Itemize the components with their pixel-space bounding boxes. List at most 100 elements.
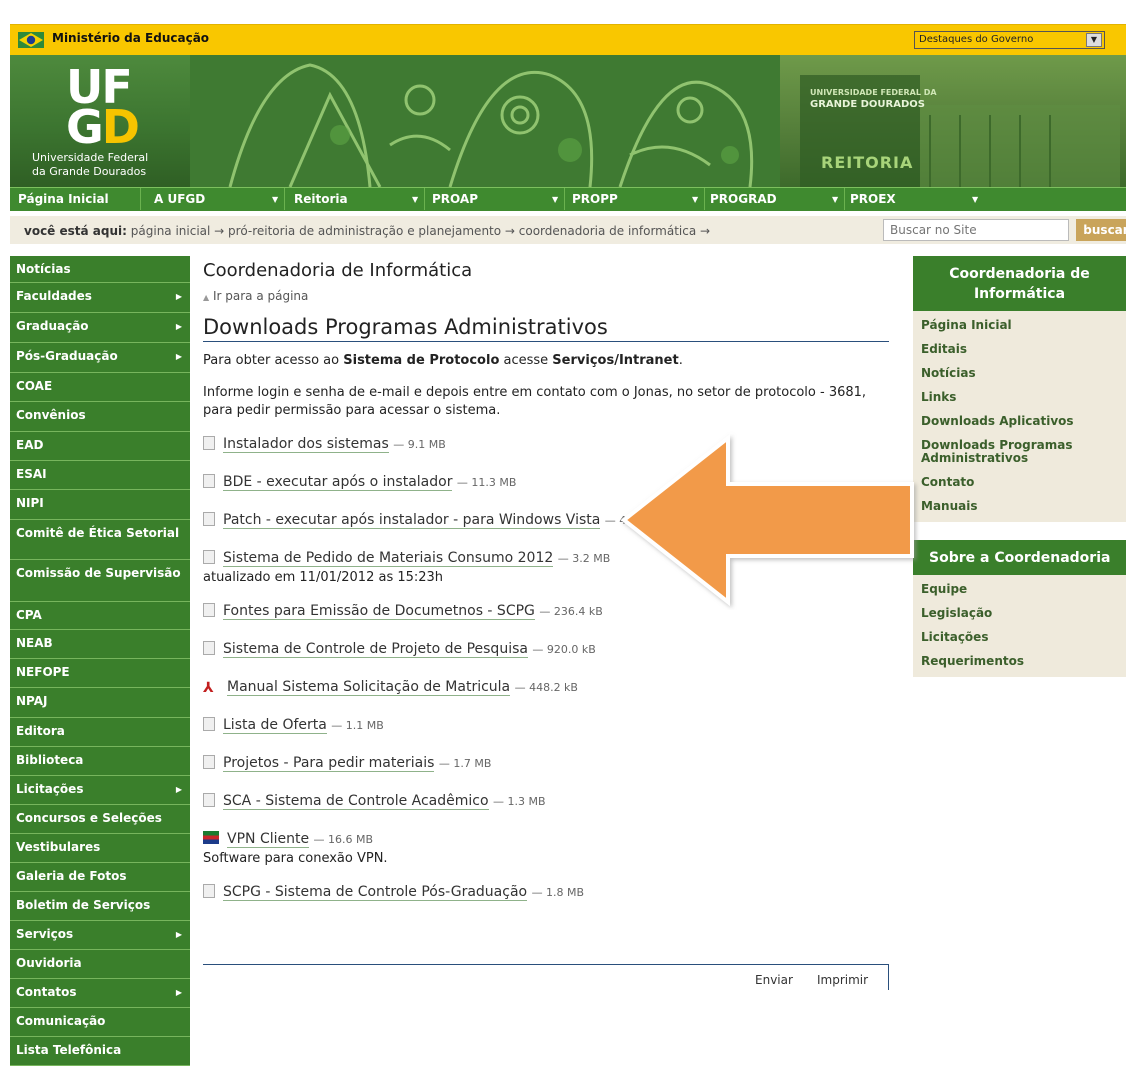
caret-up-icon: ▲ bbox=[203, 293, 210, 302]
logo-gd: GD bbox=[66, 100, 140, 154]
sidebar-item-biblioteca[interactable]: Biblioteca bbox=[10, 747, 190, 776]
topnav-item-propp[interactable]: PROPP bbox=[572, 192, 618, 206]
sidebar-item-comissao-supervisao[interactable]: Comissão de Supervisão bbox=[10, 560, 190, 602]
download-link[interactable]: SCPG - Sistema de Controle Pós-Graduação bbox=[223, 884, 528, 901]
right-menu-item[interactable]: Links bbox=[913, 385, 1126, 409]
chevron-right-icon: ▶ bbox=[175, 292, 182, 301]
sidebar-item-faculdades[interactable]: Faculdades ▶ bbox=[10, 283, 190, 313]
right-menu-item[interactable]: Requerimentos bbox=[913, 649, 1126, 673]
topnav-item-proex[interactable]: PROEX bbox=[850, 192, 896, 206]
sidebar-item-boletim-servicos[interactable]: Boletim de Serviços bbox=[10, 892, 190, 921]
annotation-arrow-icon bbox=[620, 433, 914, 607]
sidebar-item-npaj[interactable]: NPAJ bbox=[10, 688, 190, 718]
sidebar-item-coae[interactable]: COAE bbox=[10, 373, 190, 402]
search-input[interactable] bbox=[883, 219, 1069, 241]
right-menu-item[interactable]: Editais bbox=[913, 337, 1126, 361]
sidebar-item-nipi[interactable]: NIPI bbox=[10, 490, 190, 520]
sidebar-item-cpa[interactable]: CPA bbox=[10, 602, 190, 630]
right-menu-item[interactable]: Página Inicial bbox=[913, 313, 1126, 337]
breadcrumb-label: você está aqui: bbox=[24, 224, 127, 238]
sidebar-item-lista-telefonica[interactable]: Lista Telefônica bbox=[10, 1037, 190, 1066]
sidebar-item-graduacao[interactable]: Graduação ▶ bbox=[10, 313, 190, 343]
download-link[interactable]: SCA - Sistema de Controle Acadêmico bbox=[223, 793, 489, 810]
sidebar-item-pos-graduacao[interactable]: Pós-Graduação ▶ bbox=[10, 343, 190, 373]
sidebar-item-galeria-fotos[interactable]: Galeria de Fotos bbox=[10, 863, 190, 892]
download-link[interactable]: Lista de Oferta bbox=[223, 717, 327, 734]
university-name-line2: da Grande Dourados bbox=[32, 165, 147, 178]
download-item: ⅄ Manual Sistema Solicitação de Matricula… bbox=[203, 679, 578, 696]
right-menu-item-active[interactable]: Downloads Programas Administrativos bbox=[913, 433, 1126, 470]
right-menu-item[interactable]: Manuais bbox=[913, 494, 1126, 518]
download-link[interactable]: Instalador dos sistemas bbox=[223, 436, 389, 453]
chevron-right-icon: ▶ bbox=[175, 930, 182, 939]
right-menu-item[interactable]: Licitações bbox=[913, 625, 1126, 649]
file-icon bbox=[203, 550, 215, 564]
divider bbox=[140, 188, 141, 210]
file-icon bbox=[203, 641, 215, 655]
chevron-right-icon: ▶ bbox=[175, 988, 182, 997]
topnav-item-reitoria[interactable]: Reitoria bbox=[294, 192, 348, 206]
right-menu-item[interactable]: Contato bbox=[913, 470, 1126, 494]
download-link[interactable]: Patch - executar após instalador - para … bbox=[223, 512, 601, 529]
sidebar-item-convenios[interactable]: Convênios bbox=[10, 402, 190, 432]
dropdown-arrow-icon[interactable]: ▼ bbox=[832, 195, 838, 204]
page-title: Coordenadoria de Informática bbox=[203, 260, 473, 281]
divider bbox=[704, 188, 705, 210]
sidebar-item-nefope[interactable]: NEFOPE bbox=[10, 659, 190, 688]
dropdown-arrow-icon[interactable]: ▼ bbox=[552, 195, 558, 204]
download-link[interactable]: Sistema de Pedido de Materiais Consumo 2… bbox=[223, 550, 554, 567]
file-icon bbox=[203, 793, 215, 807]
sidebar-item-vestibulares[interactable]: Vestibulares bbox=[10, 834, 190, 863]
right-menu-item[interactable]: Notícias bbox=[913, 361, 1126, 385]
ufgd-logo[interactable]: UF GD bbox=[66, 64, 146, 154]
topnav-item-prograd[interactable]: PROGRAD bbox=[710, 192, 777, 206]
intro-text: Para obter acesso ao Sistema de Protocol… bbox=[203, 353, 683, 368]
breadcrumb: você está aqui: página inicial → pró-rei… bbox=[10, 216, 1126, 244]
download-link[interactable]: Manual Sistema Solicitação de Matricula bbox=[227, 679, 511, 696]
sidebar-item-contatos[interactable]: Contatos ▶ bbox=[10, 979, 190, 1008]
sidebar-item-neab[interactable]: NEAB bbox=[10, 630, 190, 659]
download-link[interactable]: Sistema de Controle de Projeto de Pesqui… bbox=[223, 641, 528, 658]
government-highlights-select[interactable]: Destaques do Governo ▼ bbox=[914, 31, 1105, 49]
sidebar-item-servicos[interactable]: Serviços ▶ bbox=[10, 921, 190, 950]
sidebar-item-editora[interactable]: Editora bbox=[10, 718, 190, 747]
sidebar-item-noticias[interactable]: Notícias bbox=[10, 256, 190, 283]
right-menu-item[interactable]: Equipe bbox=[913, 577, 1126, 601]
dropdown-arrow-icon[interactable]: ▼ bbox=[412, 195, 418, 204]
download-link[interactable]: Fontes para Emissão de Documetnos - SCPG bbox=[223, 603, 535, 620]
sidebar-item-esai[interactable]: ESAI bbox=[10, 461, 190, 490]
send-link[interactable]: Enviar bbox=[755, 973, 793, 987]
search-button[interactable]: buscar bbox=[1076, 219, 1126, 241]
breadcrumb-path[interactable]: página inicial → pró-reitoria de adminis… bbox=[131, 224, 710, 238]
sidebar-item-ead[interactable]: EAD bbox=[10, 432, 190, 461]
file-icon bbox=[203, 474, 215, 488]
sidebar-item-ouvidoria[interactable]: Ouvidoria bbox=[10, 950, 190, 979]
dropdown-arrow-icon[interactable]: ▼ bbox=[972, 195, 978, 204]
print-link[interactable]: Imprimir bbox=[817, 973, 868, 987]
topnav-item-a-ufgd[interactable]: A UFGD bbox=[154, 192, 205, 206]
ministry-link[interactable]: Ministério da Educação bbox=[52, 31, 209, 45]
download-item: SCPG - Sistema de Controle Pós-Graduação… bbox=[203, 884, 893, 904]
dropdown-arrow-icon[interactable]: ▼ bbox=[692, 195, 698, 204]
right-menu-item[interactable]: Legislação bbox=[913, 601, 1126, 625]
download-link[interactable]: Projetos - Para pedir materiais bbox=[223, 755, 435, 772]
dropdown-arrow-icon[interactable]: ▼ bbox=[272, 195, 278, 204]
topnav-item-proap[interactable]: PROAP bbox=[432, 192, 478, 206]
download-item: VPN Cliente — 16.6 MB bbox=[203, 831, 893, 851]
pdf-icon: ⅄ bbox=[203, 680, 214, 696]
download-link[interactable]: VPN Cliente bbox=[227, 831, 310, 848]
go-to-page-link[interactable]: ▲ Ir para a página bbox=[203, 289, 893, 303]
right-menu-item[interactable]: Downloads Aplicativos bbox=[913, 409, 1126, 433]
building-sign-line2: GRANDE DOURADOS bbox=[810, 99, 925, 110]
government-bar: Ministério da Educação Destaques do Gove… bbox=[10, 24, 1126, 55]
chevron-down-icon[interactable]: ▼ bbox=[1086, 33, 1102, 47]
download-link[interactable]: BDE - executar após o instalador bbox=[223, 474, 453, 491]
sidebar-item-licitacoes[interactable]: Licitações ▶ bbox=[10, 776, 190, 805]
sidebar-item-comite-etica[interactable]: Comitê de Ética Setorial bbox=[10, 520, 190, 560]
site-banner: UF GD Universidade Federal da Grande Dou… bbox=[10, 55, 1126, 187]
topnav-item-pagina-inicial[interactable]: Página Inicial bbox=[18, 192, 109, 206]
chevron-right-icon: ▶ bbox=[175, 322, 182, 331]
banner-artwork-image bbox=[190, 55, 780, 187]
sidebar-item-concursos[interactable]: Concursos e Seleções bbox=[10, 805, 190, 834]
sidebar-item-comunicacao[interactable]: Comunicação bbox=[10, 1008, 190, 1037]
